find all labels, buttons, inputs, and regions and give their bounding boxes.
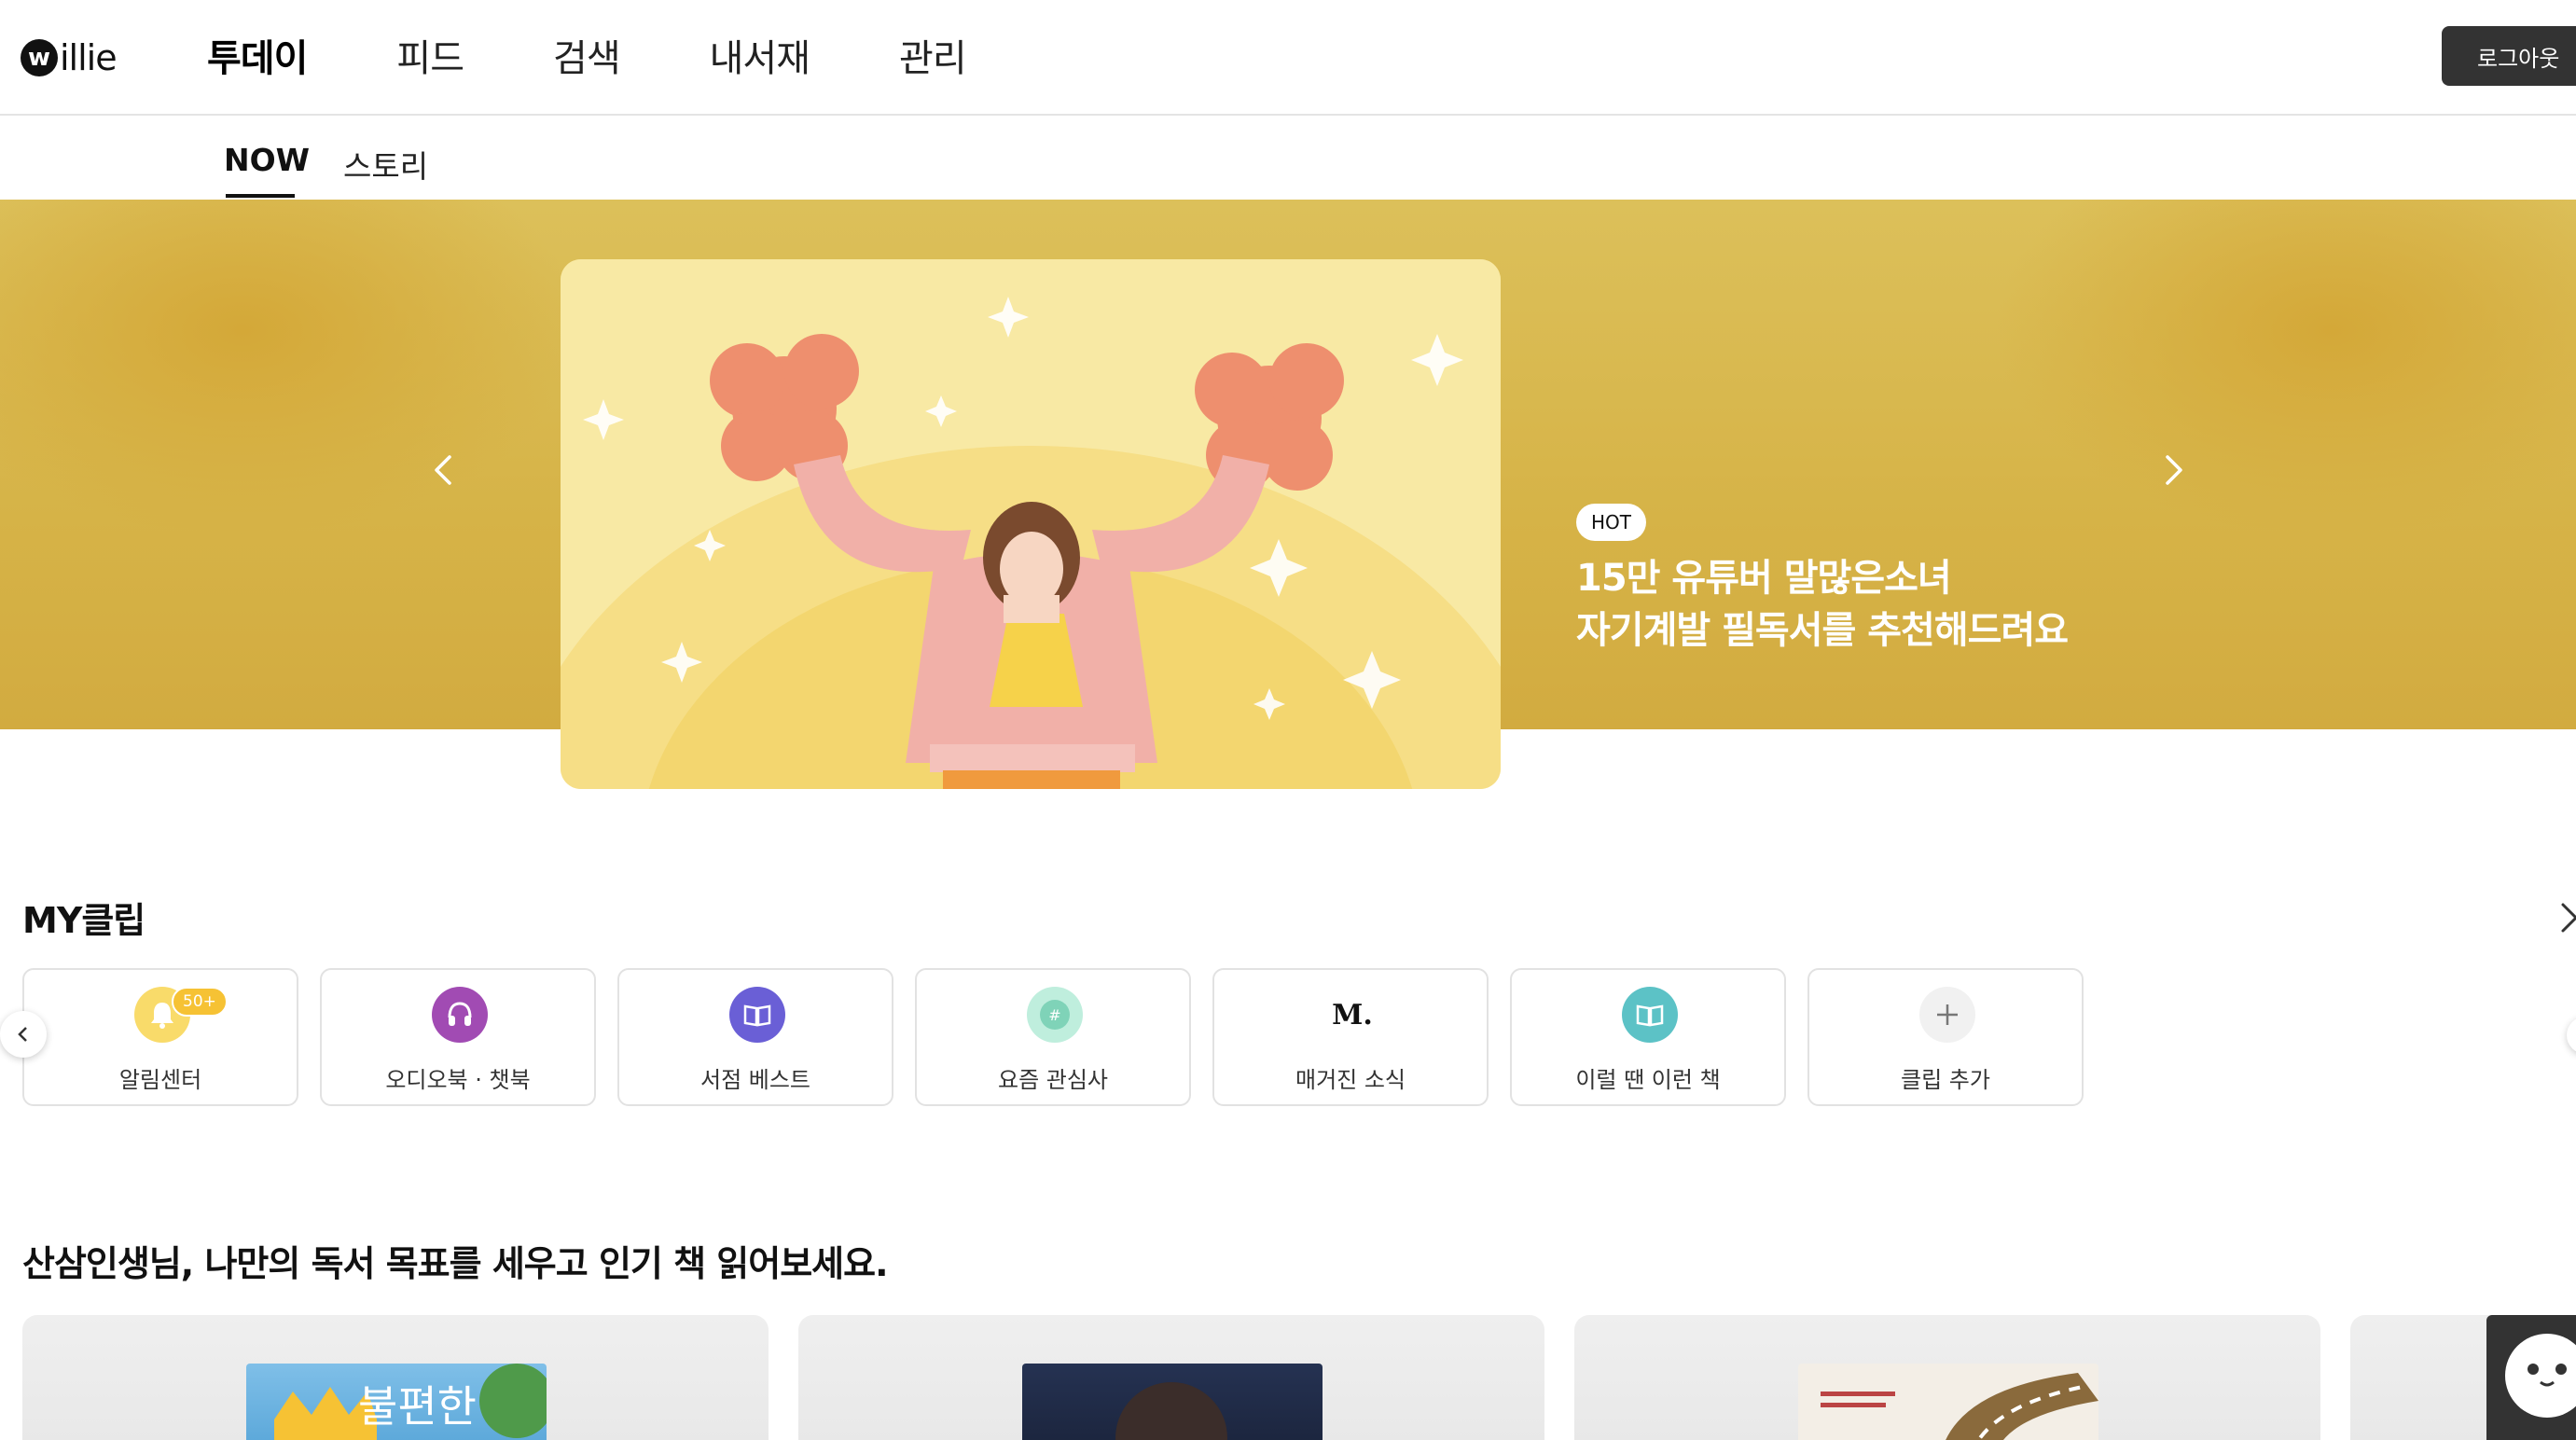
chevron-left-icon[interactable]: [0, 1011, 47, 1058]
nav-manage[interactable]: 관리: [899, 28, 967, 82]
chatbot-widget[interactable]: [2486, 1315, 2576, 1440]
svg-text:불편한: 불편한: [358, 1381, 477, 1432]
book-icon: [729, 987, 785, 1043]
svg-text:#: #: [1048, 1006, 1060, 1024]
sub-tabs: NOW 스토리: [0, 118, 2576, 200]
clip-label: 알림센터: [118, 1067, 202, 1093]
clip-next-button[interactable]: [2567, 1017, 2576, 1054]
plus-icon: [1919, 987, 1975, 1043]
clip-add[interactable]: 클립 추가: [1807, 968, 2084, 1106]
magazine-m-icon: M.: [1324, 987, 1380, 1043]
main-nav: 투데이 피드 검색 내서재 관리: [207, 28, 1056, 82]
clip-label: 매거진 소식: [1295, 1067, 1406, 1093]
notification-count-badge: 50+: [172, 987, 228, 1017]
hot-badge: HOT: [1576, 504, 1646, 541]
clip-recent-interests[interactable]: # 요즘 관심사: [915, 968, 1191, 1106]
book-cover: 2022불편한: [246, 1364, 554, 1440]
book-card[interactable]: [1574, 1315, 2320, 1440]
logo-text: illie: [60, 37, 118, 78]
nav-feed[interactable]: 피드: [396, 28, 464, 82]
chatbot-icon: [2505, 1334, 2576, 1418]
book-cover: [1022, 1364, 1323, 1440]
chevron-right-icon[interactable]: [2555, 899, 2576, 936]
clip-label: 오디오북 · 챗북: [385, 1067, 531, 1093]
clip-magazine-news[interactable]: M. 매거진 소식: [1212, 968, 1489, 1106]
reading-goal-title: 산삼인생님, 나만의 독서 목표를 세우고 인기 책 읽어보세요.: [22, 1243, 889, 1284]
clip-bookstore-best[interactable]: 서점 베스트: [617, 968, 893, 1106]
clip-notification-center[interactable]: 50+ 알림센터: [22, 968, 298, 1106]
banner-title-line2: 자기계발 필독서를 추천해드려요: [1576, 609, 2069, 652]
nav-search[interactable]: 검색: [553, 28, 621, 82]
clip-label: 이럴 땐 이런 책: [1575, 1067, 1721, 1093]
nav-today[interactable]: 투데이: [207, 28, 308, 82]
book-card[interactable]: 2022불편한: [22, 1315, 769, 1440]
myclip-title: MY클립: [22, 900, 145, 941]
clip-book-for-situation[interactable]: 이럴 땐 이런 책: [1510, 968, 1786, 1106]
book-cover: [1798, 1364, 2098, 1440]
tab-story[interactable]: 스토리: [343, 142, 428, 187]
banner-illustration[interactable]: [561, 259, 1501, 789]
banner-title-line1: 15만 유튜버 말많은소녀: [1576, 557, 1952, 600]
clip-label: 서점 베스트: [699, 1067, 811, 1093]
clip-label: 요즘 관심사: [997, 1067, 1109, 1093]
clip-label: 클립 추가: [1901, 1067, 1990, 1093]
chevron-left-icon[interactable]: [425, 451, 463, 489]
banner-title[interactable]: 15만 유튜버 말많은소녀 자기계발 필독서를 추천해드려요: [1576, 552, 2229, 657]
clip-audiobook-chatbook[interactable]: 오디오북 · 챗북: [320, 968, 596, 1106]
millie-logo[interactable]: w illie: [21, 35, 118, 80]
logout-button[interactable]: 로그아웃: [2442, 26, 2576, 86]
book-icon: [1622, 987, 1678, 1043]
logo-mark: w: [21, 39, 58, 76]
headphones-icon: [432, 987, 488, 1043]
book-card[interactable]: [798, 1315, 1544, 1440]
cheerleader-illustration: [561, 259, 1501, 789]
hashtag-icon: #: [1027, 987, 1083, 1043]
active-tab-indicator: [226, 194, 295, 198]
tab-now[interactable]: NOW: [224, 142, 310, 178]
chevron-right-icon[interactable]: [2154, 451, 2192, 489]
magazine-m-text: M.: [1332, 998, 1373, 1032]
global-navigation-bar: w illie 투데이 피드 검색 내서재 관리 로그아웃: [0, 0, 2576, 116]
nav-library[interactable]: 내서재: [710, 28, 810, 82]
